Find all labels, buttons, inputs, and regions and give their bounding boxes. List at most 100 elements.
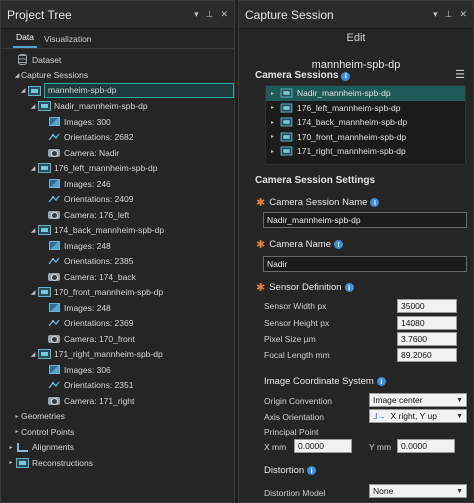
tree-item-alignments-label: Alignments xyxy=(32,442,75,453)
images-icon-wrap xyxy=(47,302,61,313)
tree-item-camera-session[interactable]: ◢ Nadir_mannheim-spb-dp xyxy=(1,99,234,115)
expand-arrow-icon[interactable]: ▸ xyxy=(7,444,15,451)
collapse-arrow-icon[interactable]: ◢ xyxy=(19,87,27,94)
camera-session-icon-wrap xyxy=(37,349,51,360)
tree-item-dataset[interactable]: Dataset xyxy=(1,52,234,68)
distortion-model-select[interactable]: None ▼ xyxy=(369,484,467,498)
tree-item-images-label: Images: 248 xyxy=(64,302,111,313)
tree-item-camera[interactable]: Camera: 170_front xyxy=(1,331,234,347)
expand-arrow-icon[interactable]: ▸ xyxy=(271,148,280,155)
tree-item-orientations[interactable]: Orientations: 2351 xyxy=(1,378,234,394)
tree-item-images[interactable]: Images: 300 xyxy=(1,114,234,130)
expand-arrow-icon[interactable]: ▸ xyxy=(271,90,280,97)
expand-arrow-icon[interactable]: ▸ xyxy=(271,104,280,111)
collapse-arrow-icon[interactable]: ◢ xyxy=(13,72,21,79)
info-icon[interactable]: i xyxy=(307,466,317,475)
tree-item-camera-label: Camera: 170_front xyxy=(64,333,135,344)
tree-item-session[interactable]: ◢ mannheim-spb-dp xyxy=(1,83,234,99)
camera-session-list-item[interactable]: ▸ 174_back_mannheim-spb-dp xyxy=(266,115,465,130)
sensor-height-input[interactable] xyxy=(397,316,457,330)
tree-item-camera-session[interactable]: ◢ 174_back_mannheim-spb-dp xyxy=(1,223,234,239)
info-icon[interactable]: i xyxy=(341,71,351,81)
tree-item-orientations[interactable]: Orientations: 2682 xyxy=(1,130,234,146)
info-icon[interactable]: i xyxy=(376,377,386,386)
camera-session-icon xyxy=(280,146,293,156)
orientations-icon xyxy=(48,257,60,266)
tree-item-camera-session[interactable]: ◢ 176_left_mannheim-spb-dp xyxy=(1,161,234,177)
camera-session-list-item[interactable]: ▸ 170_front_mannheim-spb-dp xyxy=(266,130,465,145)
images-icon xyxy=(48,303,60,313)
sensor-width-input[interactable] xyxy=(397,299,457,313)
camera-session-icon xyxy=(280,88,293,98)
camera-icon-wrap xyxy=(47,209,61,220)
close-icon[interactable]: ✕ xyxy=(459,9,467,20)
tree-item-reconstructions[interactable]: ▸ Reconstructions xyxy=(1,455,234,471)
tree-item-orientations-label: Orientations: 2409 xyxy=(64,194,134,205)
tree-item-capture-sessions[interactable]: ◢ Capture Sessions xyxy=(1,68,234,84)
collapse-arrow-icon[interactable]: ◢ xyxy=(29,165,37,172)
origin-convention-select[interactable]: Image center ▼ xyxy=(369,393,467,407)
tree-item-images[interactable]: Images: 306 xyxy=(1,362,234,378)
camera-session-icon xyxy=(280,117,293,127)
tree-item-images[interactable]: Images: 248 xyxy=(1,238,234,254)
info-icon[interactable]: i xyxy=(344,283,354,292)
tree-item-camera[interactable]: Camera: Nadir xyxy=(1,145,234,161)
collapse-arrow-icon[interactable]: ◢ xyxy=(29,103,37,110)
camera-session-name-input[interactable] xyxy=(263,212,467,228)
camera-session-icon-wrap xyxy=(27,85,41,96)
expand-arrow-icon[interactable]: ▸ xyxy=(271,133,280,140)
focal-length-label: Focal Length mm xyxy=(264,350,330,360)
camera-name-input[interactable] xyxy=(263,256,467,272)
tree-item-orientations-label: Orientations: 2369 xyxy=(64,318,134,329)
tree-item-alignments[interactable]: ▸ Alignments xyxy=(1,440,234,456)
tab-data[interactable]: Data xyxy=(13,32,37,48)
expand-arrow-icon[interactable]: ▸ xyxy=(7,459,15,466)
menu-icon[interactable]: ☰ xyxy=(455,68,465,81)
images-icon-wrap xyxy=(47,178,61,189)
tree-item-camera-session[interactable]: ◢ 170_front_mannheim-spb-dp xyxy=(1,285,234,301)
axis-orientation-select[interactable]: ⅃→ X right, Y up ▼ xyxy=(369,409,467,423)
collapse-arrow-icon[interactable]: ◢ xyxy=(29,227,37,234)
tree-item-geometries[interactable]: ▸ Geometries xyxy=(1,409,234,425)
tree-item-camera[interactable]: Camera: 174_back xyxy=(1,269,234,285)
pin-icon[interactable]: ⊥ xyxy=(445,9,453,20)
pin-icon[interactable]: ⊥ xyxy=(206,9,214,20)
principal-point-y-input[interactable] xyxy=(397,439,455,453)
tree-item-camera[interactable]: Camera: 171_right xyxy=(1,393,234,409)
info-icon[interactable]: i xyxy=(334,240,343,249)
principal-point-x-input[interactable] xyxy=(294,439,352,453)
tree-item-images[interactable]: Images: 246 xyxy=(1,176,234,192)
y-mm-label: Y mm xyxy=(369,442,392,452)
pixel-size-input[interactable] xyxy=(397,332,457,346)
options-chevron-icon[interactable]: ▾ xyxy=(433,9,438,20)
orientations-icon-wrap xyxy=(47,194,61,205)
tab-visualization[interactable]: Visualization xyxy=(41,34,95,48)
camera-session-list-item[interactable]: ▸ 171_right_mannheim-spb-dp xyxy=(266,144,465,159)
info-icon[interactable]: i xyxy=(370,198,380,207)
camera-icon xyxy=(48,210,60,219)
tree-item-orientations[interactable]: Orientations: 2369 xyxy=(1,316,234,332)
tree-item-images-label: Images: 306 xyxy=(64,364,111,375)
tree-item-camera-session[interactable]: ◢ 171_right_mannheim-spb-dp xyxy=(1,347,234,363)
expand-arrow-icon[interactable]: ▸ xyxy=(13,413,21,420)
orientations-icon-wrap xyxy=(47,132,61,143)
tree-item-control-points[interactable]: ▸ Control Points xyxy=(1,424,234,440)
camera-icon xyxy=(48,396,60,405)
tree-item-camera[interactable]: Camera: 176_left xyxy=(1,207,234,223)
camera-session-list-item[interactable]: ▸ Nadir_mannheim-spb-dp xyxy=(266,86,465,101)
expand-arrow-icon[interactable]: ▸ xyxy=(271,119,280,126)
tree-item-orientations-label: Orientations: 2351 xyxy=(64,380,134,391)
camera-session-icon-wrap xyxy=(37,287,51,298)
options-chevron-icon[interactable]: ▾ xyxy=(194,9,199,20)
images-icon-wrap xyxy=(47,116,61,127)
focal-length-input[interactable] xyxy=(397,348,457,362)
close-icon[interactable]: ✕ xyxy=(220,9,228,20)
collapse-arrow-icon[interactable]: ◢ xyxy=(29,351,37,358)
tree-item-orientations[interactable]: Orientations: 2409 xyxy=(1,192,234,208)
expand-arrow-icon[interactable]: ▸ xyxy=(13,428,21,435)
camera-session-list-item[interactable]: ▸ 176_left_mannheim-spb-dp xyxy=(266,101,465,116)
collapse-arrow-icon[interactable]: ◢ xyxy=(29,289,37,296)
tree-item-orientations[interactable]: Orientations: 2385 xyxy=(1,254,234,270)
tree-item-images[interactable]: Images: 248 xyxy=(1,300,234,316)
tree-item-capture-sessions-label: Capture Sessions xyxy=(21,70,89,81)
